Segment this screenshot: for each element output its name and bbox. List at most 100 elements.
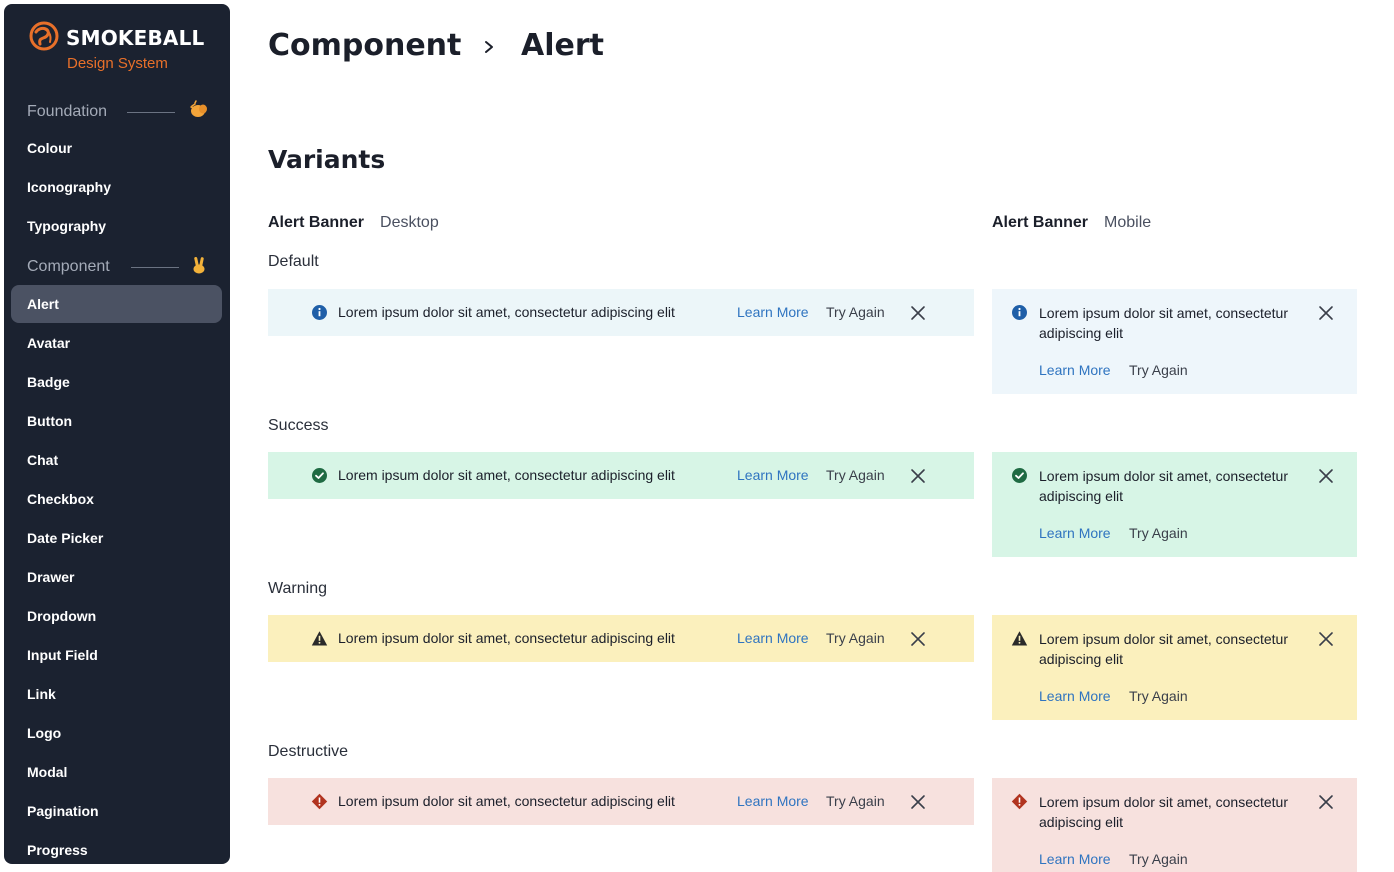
section-title: Variants xyxy=(268,145,386,174)
sidebar-item-iconography[interactable]: Iconography xyxy=(11,168,222,206)
check-circle-icon xyxy=(1012,468,1027,483)
close-icon[interactable] xyxy=(1318,468,1334,484)
sidebar-item-drawer[interactable]: Drawer xyxy=(11,558,222,596)
error-diamond-icon xyxy=(311,793,328,810)
learn-more-link[interactable]: Learn More xyxy=(1039,851,1111,867)
close-icon[interactable] xyxy=(1318,305,1334,321)
sidebar-item-chat[interactable]: Chat xyxy=(11,441,222,479)
learn-more-link[interactable]: Learn More xyxy=(737,467,809,483)
sidebar-item-pagination[interactable]: Pagination xyxy=(11,792,222,830)
close-icon[interactable] xyxy=(1318,794,1334,810)
smokeball-logo-icon xyxy=(29,21,59,51)
sidebar-item-typography[interactable]: Typography xyxy=(11,207,222,245)
alert-banner-mobile-warning: Lorem ipsum dolor sit amet, consectetur … xyxy=(992,615,1357,720)
try-again-button[interactable]: Try Again xyxy=(826,793,885,809)
sidebar-item-dropdown[interactable]: Dropdown xyxy=(11,597,222,635)
alert-message: Lorem ipsum dolor sit amet, consectetur … xyxy=(338,467,675,483)
try-again-button[interactable]: Try Again xyxy=(826,467,885,483)
sidebar-item-modal[interactable]: Modal xyxy=(11,753,222,791)
sidebar-item-colour[interactable]: Colour xyxy=(11,129,222,167)
sidebar-item-label: Dropdown xyxy=(27,608,97,624)
sidebar-item-label: Colour xyxy=(27,140,73,156)
learn-more-link[interactable]: Learn More xyxy=(737,304,809,320)
sidebar-item-label: Chat xyxy=(27,452,59,468)
section-component: Component xyxy=(27,255,217,279)
alert-message: Lorem ipsum dolor sit amet, consectetur … xyxy=(338,304,675,320)
sidebar-item-label: Pagination xyxy=(27,803,99,819)
fist-bump-icon xyxy=(190,100,207,117)
close-icon[interactable] xyxy=(910,794,926,810)
sidebar-item-label: Input Field xyxy=(27,647,98,663)
warning-triangle-icon xyxy=(1011,631,1028,646)
variant-label-warning: Warning xyxy=(268,580,327,597)
try-again-button[interactable]: Try Again xyxy=(826,630,885,646)
sidebar-item-label: Alert xyxy=(27,296,59,312)
try-again-button[interactable]: Try Again xyxy=(1129,851,1188,867)
info-icon xyxy=(312,305,327,320)
sidebar-item-checkbox[interactable]: Checkbox xyxy=(11,480,222,518)
alert-banner-desktop-default: Lorem ipsum dolor sit amet, consectetur … xyxy=(268,289,974,336)
sidebar-item-date-picker[interactable]: Date Picker xyxy=(11,519,222,557)
close-icon[interactable] xyxy=(1318,631,1334,647)
learn-more-link[interactable]: Learn More xyxy=(1039,362,1111,378)
sidebar-item-label: Avatar xyxy=(27,335,71,351)
sidebar-item-label: Button xyxy=(27,413,73,429)
sidebar-item-button[interactable]: Button xyxy=(11,402,222,440)
sidebar-item-label: Progress xyxy=(27,842,88,858)
learn-more-link[interactable]: Learn More xyxy=(737,793,809,809)
victory-hand-icon xyxy=(193,256,205,274)
sidebar-item-label: Badge xyxy=(27,374,70,390)
mobile-column-title: Alert Banner Mobile xyxy=(992,214,1151,232)
learn-more-link[interactable]: Learn More xyxy=(1039,688,1111,704)
alert-message: Lorem ipsum dolor sit amet, consectetur … xyxy=(338,793,675,809)
close-icon[interactable] xyxy=(910,305,926,321)
sidebar-item-label: Modal xyxy=(27,764,68,780)
column-subtitle: Mobile xyxy=(1104,214,1152,231)
sidebar-item-label: Typography xyxy=(27,218,107,234)
try-again-button[interactable]: Try Again xyxy=(826,304,885,320)
sidebar-item-label: Drawer xyxy=(27,569,75,585)
alert-message: Lorem ipsum dolor sit amet, consectetur … xyxy=(1039,794,1288,830)
alert-banner-desktop-warning: Lorem ipsum dolor sit amet, consectetur … xyxy=(268,615,974,662)
brand-subtitle: Design System xyxy=(67,55,168,72)
sidebar-item-avatar[interactable]: Avatar xyxy=(11,324,222,362)
close-icon[interactable] xyxy=(910,631,926,647)
breadcrumb-component[interactable]: Component xyxy=(268,28,461,63)
variant-label-success: Success xyxy=(268,417,329,434)
variant-label-default: Default xyxy=(268,253,319,270)
divider xyxy=(127,112,175,113)
section-label: Foundation xyxy=(27,103,108,120)
column-subtitle: Desktop xyxy=(380,214,439,231)
divider xyxy=(131,267,179,268)
column-title: Alert Banner xyxy=(992,214,1089,231)
try-again-button[interactable]: Try Again xyxy=(1129,688,1188,704)
sidebar-item-link[interactable]: Link xyxy=(11,675,222,713)
alert-banner-mobile-default: Lorem ipsum dolor sit amet, consectetur … xyxy=(992,289,1357,394)
sidebar-item-label: Date Picker xyxy=(27,530,104,546)
alert-message: Lorem ipsum dolor sit amet, consectetur … xyxy=(1039,305,1288,341)
sidebar-item-label: Logo xyxy=(27,725,62,741)
sidebar-item-badge[interactable]: Badge xyxy=(11,363,222,401)
warning-triangle-icon xyxy=(311,631,328,646)
sidebar-item-progress[interactable]: Progress xyxy=(11,831,222,864)
try-again-button[interactable]: Try Again xyxy=(1129,525,1188,541)
alert-banner-mobile-success: Lorem ipsum dolor sit amet, consectetur … xyxy=(992,452,1357,557)
sidebar-item-label: Checkbox xyxy=(27,491,94,507)
sidebar-item-input-field[interactable]: Input Field xyxy=(11,636,222,674)
learn-more-link[interactable]: Learn More xyxy=(1039,525,1111,541)
alert-message: Lorem ipsum dolor sit amet, consectetur … xyxy=(338,630,675,646)
sidebar-item-label: Link xyxy=(27,686,56,702)
check-circle-icon xyxy=(312,468,327,483)
alert-message: Lorem ipsum dolor sit amet, consectetur … xyxy=(1039,631,1288,667)
sidebar-item-alert[interactable]: Alert xyxy=(11,285,222,323)
close-icon[interactable] xyxy=(910,468,926,484)
column-title: Alert Banner xyxy=(268,214,365,231)
brand-logo[interactable]: SMOKEBALL Design System xyxy=(28,20,218,80)
variant-label-destructive: Destructive xyxy=(268,743,349,760)
learn-more-link[interactable]: Learn More xyxy=(737,630,809,646)
sidebar-item-label: Iconography xyxy=(27,179,112,195)
sidebar-item-logo[interactable]: Logo xyxy=(11,714,222,752)
try-again-button[interactable]: Try Again xyxy=(1129,362,1188,378)
alert-banner-desktop-destructive: Lorem ipsum dolor sit amet, consectetur … xyxy=(268,778,974,825)
chevron-right-icon xyxy=(485,41,493,53)
